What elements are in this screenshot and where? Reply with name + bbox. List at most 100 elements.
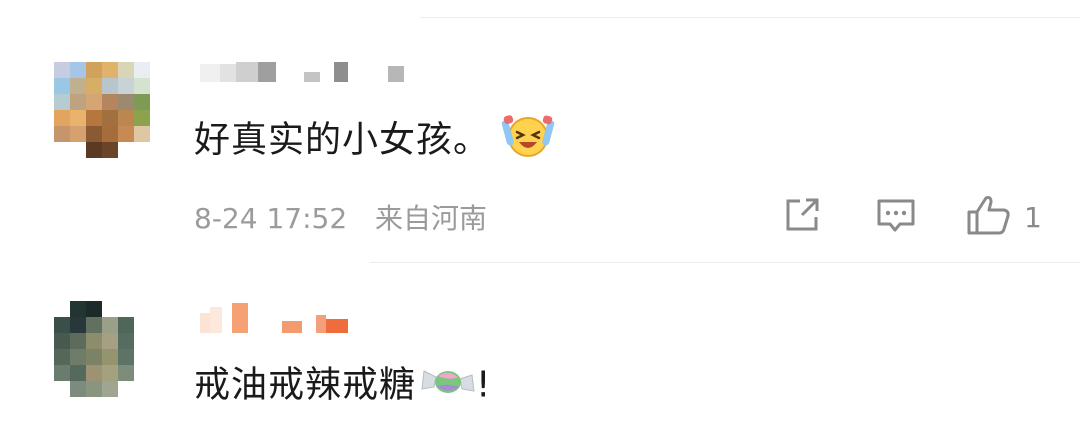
avatar[interactable] — [54, 301, 166, 413]
avatar-pixel — [150, 381, 166, 397]
comment-text-content: 戒油戒辣戒糖 — [194, 364, 417, 406]
avatar-pixel — [134, 158, 150, 174]
avatar-pixel — [134, 381, 150, 397]
avatar-pixel — [86, 365, 102, 381]
avatar-pixel — [86, 126, 102, 142]
avatar-pixel — [54, 301, 70, 317]
avatar-pixel — [54, 397, 70, 413]
avatar-pixel — [134, 317, 150, 333]
avatar-pixel — [150, 94, 166, 110]
avatar-pixel — [134, 126, 150, 142]
avatar-pixel — [70, 333, 86, 349]
avatar-pixel — [134, 62, 150, 78]
avatar-pixel — [54, 317, 70, 333]
avatar-pixel — [86, 62, 102, 78]
avatar-pixel — [86, 142, 102, 158]
avatar-pixel — [134, 333, 150, 349]
avatar-pixel — [118, 381, 134, 397]
avatar-pixel — [102, 94, 118, 110]
avatar-pixel — [70, 78, 86, 94]
username-blurred[interactable] — [200, 301, 348, 333]
avatar-pixel — [150, 142, 166, 158]
avatar-pixel — [102, 142, 118, 158]
avatar-pixel — [86, 333, 102, 349]
avatar-pixel — [150, 110, 166, 126]
avatar-pixel — [86, 381, 102, 397]
avatar-pixel — [134, 349, 150, 365]
avatar-pixel — [118, 158, 134, 174]
avatar-pixel — [102, 62, 118, 78]
comment-location: 来自河南 — [374, 202, 487, 235]
comment-text: 戒油戒辣戒糖 ! — [194, 359, 491, 414]
avatar-pixel — [70, 301, 86, 317]
avatar-pixel — [54, 62, 70, 78]
avatar-pixel — [134, 365, 150, 381]
avatar-pixel — [102, 110, 118, 126]
avatar-pixel — [70, 158, 86, 174]
avatar-pixel — [102, 126, 118, 142]
comment-text: 好真实的小女孩。 — [194, 112, 556, 171]
comment-date: 8-24 17:52 — [194, 202, 348, 235]
avatar-pixel — [134, 78, 150, 94]
avatar-pixel — [118, 126, 134, 142]
avatar-pixel — [150, 158, 166, 174]
thumbs-up-icon — [966, 194, 1012, 240]
like-button[interactable]: 1 — [966, 194, 1042, 240]
candy-emoji-icon — [420, 359, 476, 414]
username-blurred[interactable] — [200, 62, 404, 82]
avatar-pixel — [134, 110, 150, 126]
avatar-pixel — [54, 142, 70, 158]
avatar-pixel — [54, 365, 70, 381]
avatar-pixel — [150, 62, 166, 78]
avatar-pixel — [118, 142, 134, 158]
avatar-pixel — [54, 381, 70, 397]
avatar-pixel — [102, 317, 118, 333]
avatar-pixel — [70, 110, 86, 126]
share-button[interactable] — [784, 197, 822, 237]
reply-button[interactable] — [876, 198, 916, 238]
avatar-pixel — [150, 78, 166, 94]
avatar-pixel — [54, 349, 70, 365]
avatar-pixel — [54, 110, 70, 126]
avatar-pixel — [70, 397, 86, 413]
avatar-pixel — [70, 381, 86, 397]
comment-meta: 8-24 17:52 来自河南 — [194, 197, 487, 237]
avatar-pixel — [134, 94, 150, 110]
avatar-pixel — [102, 365, 118, 381]
avatar-pixel — [70, 365, 86, 381]
avatar-pixel — [150, 333, 166, 349]
avatar-pixel — [70, 94, 86, 110]
avatar-pixel — [54, 78, 70, 94]
avatar-pixel — [86, 78, 102, 94]
comment-item: 好真实的小女孩。 8-24 17:52 来自河南 1 — [0, 0, 1080, 262]
avatar-pixel — [118, 333, 134, 349]
avatar-pixel — [150, 365, 166, 381]
avatar-pixel — [118, 110, 134, 126]
avatar-pixel — [70, 317, 86, 333]
avatar-pixel — [54, 333, 70, 349]
avatar-pixel — [118, 317, 134, 333]
avatar-pixel — [70, 142, 86, 158]
avatar-pixel — [150, 126, 166, 142]
avatar-pixel — [54, 158, 70, 174]
avatar-pixel — [102, 349, 118, 365]
avatar-pixel — [102, 158, 118, 174]
avatar-pixel — [86, 301, 102, 317]
avatar-pixel — [86, 317, 102, 333]
avatar-pixel — [134, 301, 150, 317]
avatar-pixel — [118, 78, 134, 94]
comment-text-content: 好真实的小女孩。 — [194, 119, 491, 161]
avatar-pixel — [86, 349, 102, 365]
avatar-pixel — [102, 381, 118, 397]
avatar-pixel — [150, 397, 166, 413]
avatar-pixel — [102, 301, 118, 317]
avatar-pixel — [150, 349, 166, 365]
like-count: 1 — [1024, 200, 1042, 234]
avatar-pixel — [134, 397, 150, 413]
comment-icon — [876, 198, 916, 238]
avatar-pixel — [150, 301, 166, 317]
avatar-pixel — [70, 349, 86, 365]
avatar-pixel — [150, 317, 166, 333]
avatar[interactable] — [54, 62, 166, 174]
share-icon — [784, 197, 822, 237]
